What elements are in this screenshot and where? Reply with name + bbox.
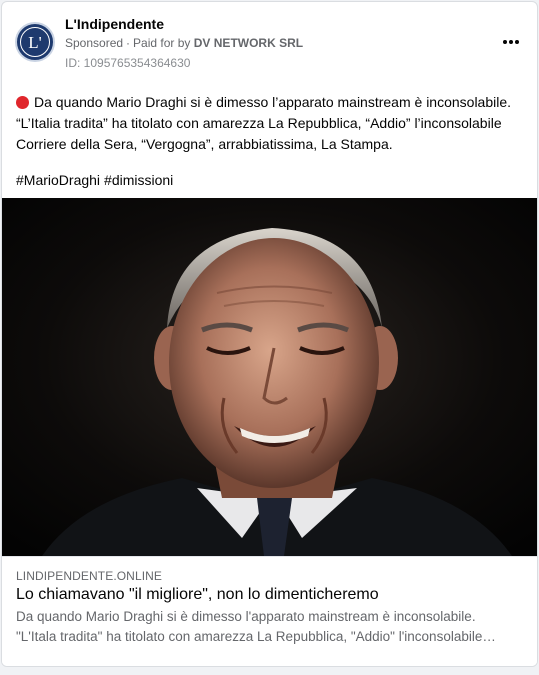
sponsored-meta: Sponsored · Paid for by DV NETWORK SRL: [65, 36, 303, 50]
link-title[interactable]: Lo chiamavano "il migliore", non lo dime…: [16, 586, 379, 604]
hashtag-link[interactable]: #dimissioni: [104, 172, 173, 188]
sponsored-post-card: L' L'Indipendente Sponsored · Paid for by …: [1, 1, 538, 667]
ad-id: ID: 1095765354364630: [65, 56, 191, 70]
hashtags: #MarioDraghi #dimissioni: [16, 172, 177, 188]
page-name-link[interactable]: L'Indipendente: [65, 16, 164, 32]
post-header: L' L'Indipendente Sponsored · Paid for by …: [2, 2, 537, 78]
body-line-3: Corriere della Sera, “Vergogna”, arrabbi…: [16, 136, 393, 152]
red-circle-icon: [16, 96, 29, 109]
link-description-line: "L'Itala tradita" ha titolato con amarez…: [16, 629, 496, 644]
post-photo[interactable]: [2, 198, 537, 556]
post-body-text: Da quando Mario Draghi si è dimesso l’ap…: [16, 92, 526, 155]
link-domain: LINDIPENDENTE.ONLINE: [16, 569, 163, 583]
sponsored-label: Sponsored: [65, 36, 124, 50]
avatar-logo: L': [20, 27, 50, 57]
more-options-button[interactable]: [499, 30, 523, 54]
more-horizontal-icon: [503, 40, 507, 44]
link-preview[interactable]: LINDIPENDENTE.ONLINE Lo chiamavano "il m…: [2, 556, 537, 666]
body-line-2: “L’Italia tradita” ha titolato con amare…: [16, 115, 502, 131]
more-dot: [509, 40, 513, 44]
paid-for-prefix: Paid for by: [133, 36, 191, 50]
payer-name: DV NETWORK SRL: [193, 36, 304, 50]
more-dot: [515, 40, 519, 44]
link-description-line: Da quando Mario Draghi si è dimesso l'ap…: [16, 609, 476, 624]
link-description: Da quando Mario Draghi si è dimesso l'ap…: [16, 607, 528, 647]
separator-dot: ·: [126, 36, 131, 50]
portrait-image: [2, 198, 537, 556]
hashtag-link[interactable]: #MarioDraghi: [16, 172, 100, 188]
page-avatar[interactable]: L': [15, 22, 55, 62]
body-line-1: Da quando Mario Draghi si è dimesso l’ap…: [16, 92, 526, 113]
